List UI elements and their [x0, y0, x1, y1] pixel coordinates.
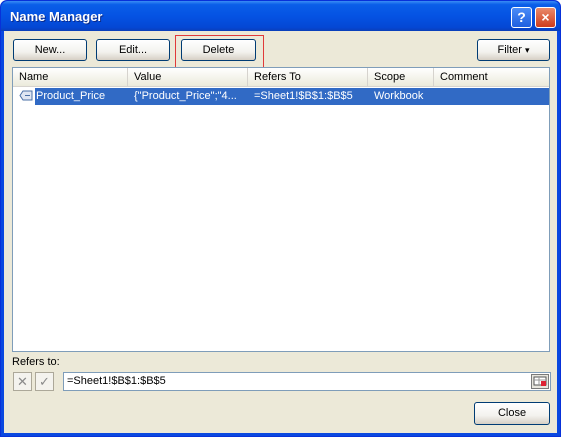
row-refers-to: =Sheet1!$B$1:$B$5 [254, 90, 353, 102]
column-header-value[interactable]: Value [128, 68, 248, 86]
range-select-icon [533, 376, 547, 386]
cancel-edit-button[interactable]: ✕ [13, 372, 32, 391]
collapse-dialog-button[interactable] [531, 374, 549, 389]
close-button[interactable]: Close [474, 402, 550, 425]
column-header-name[interactable]: Name [13, 68, 128, 86]
edit-button-label: Edit... [118, 44, 148, 56]
list-header: Name Value Refers To Scope Comment [13, 68, 549, 87]
dropdown-arrow-icon: ▾ [524, 45, 530, 55]
named-range-icon [19, 90, 33, 101]
window-title: Name Manager [10, 9, 103, 24]
title-bar[interactable]: Name Manager ? × [1, 1, 560, 31]
delete-highlight-box [175, 35, 264, 70]
row-comment [440, 88, 540, 105]
table-row[interactable]: Product_Price {"Product_Price";"4... =Sh… [35, 88, 549, 105]
row-name: Product_Price [36, 90, 106, 102]
edit-button[interactable]: Edit... [96, 39, 170, 61]
filter-button-label: Filter [497, 44, 522, 56]
column-header-refers-to[interactable]: Refers To [248, 68, 368, 86]
help-icon: ? [517, 9, 526, 25]
cancel-x-icon: ✕ [17, 374, 28, 389]
name-manager-window: Name Manager ? × New... Edit... Delete F… [0, 0, 561, 437]
new-button[interactable]: New... [13, 39, 87, 61]
column-header-scope[interactable]: Scope [368, 68, 434, 86]
refers-to-label: Refers to: [12, 356, 60, 368]
filter-button[interactable]: Filter ▾ [477, 39, 550, 61]
confirm-edit-button[interactable]: ✓ [35, 372, 54, 391]
refers-to-value: =Sheet1!$B$1:$B$5 [67, 375, 166, 387]
row-value: {"Product_Price";"4... [134, 90, 237, 102]
row-scope: Workbook [374, 90, 424, 102]
names-list[interactable]: Name Value Refers To Scope Comment Produ… [12, 67, 550, 352]
refers-to-field[interactable]: =Sheet1!$B$1:$B$5 [63, 372, 551, 391]
close-window-button[interactable]: × [535, 7, 556, 28]
column-header-comment[interactable]: Comment [434, 68, 549, 86]
dialog-body: New... Edit... Delete Filter ▾ Name Valu… [4, 31, 557, 433]
close-button-label: Close [497, 407, 527, 419]
checkmark-icon: ✓ [39, 374, 50, 389]
close-icon: × [541, 9, 550, 25]
new-button-label: New... [34, 44, 66, 56]
help-button[interactable]: ? [511, 7, 532, 28]
